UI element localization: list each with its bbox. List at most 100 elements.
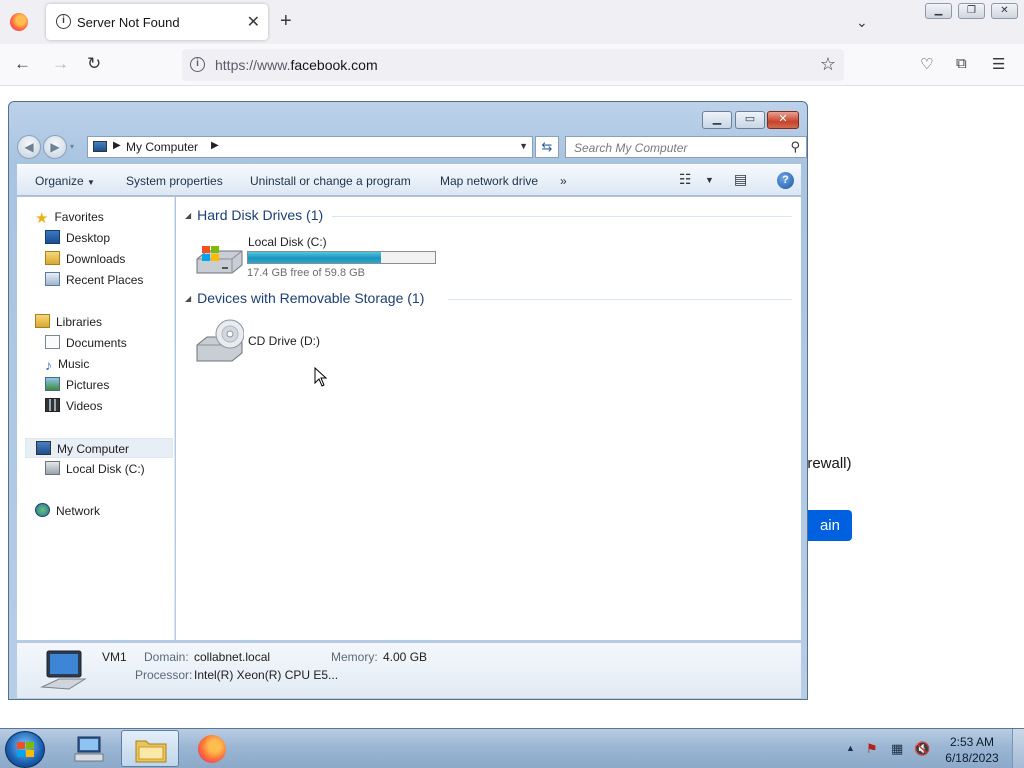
- extensions-icon[interactable]: ⧉: [956, 55, 967, 72]
- group-header-removable[interactable]: ◢ Devices with Removable Storage (1): [176, 290, 424, 306]
- documents-icon: [45, 335, 60, 349]
- show-desktop-button[interactable]: [1012, 729, 1024, 768]
- nav-documents[interactable]: Documents: [45, 333, 127, 353]
- explorer-close-button[interactable]: ✕: [767, 111, 799, 129]
- list-all-tabs-chevron-icon[interactable]: ⌄: [856, 14, 868, 31]
- computer-monitor-icon: [40, 650, 87, 690]
- refresh-button[interactable]: ⇆: [535, 136, 559, 158]
- group-header-hard-disks[interactable]: ◢ Hard Disk Drives (1): [176, 207, 323, 223]
- tab-close-icon[interactable]: ✕: [247, 12, 260, 32]
- map-network-drive-button[interactable]: Map network drive: [440, 174, 538, 188]
- back-arrow-icon[interactable]: ←: [14, 54, 31, 74]
- network-status-icon[interactable]: ▦: [891, 741, 903, 757]
- content-pane: ◢ Hard Disk Drives (1) Local Disk (C:) 17…: [176, 197, 801, 640]
- preview-pane-icon[interactable]: ▤: [734, 171, 747, 188]
- taskbar-explorer[interactable]: [121, 730, 179, 767]
- nav-my-computer[interactable]: My Computer: [25, 438, 173, 458]
- computer-name: VM1: [102, 650, 127, 664]
- help-icon[interactable]: ?: [777, 172, 794, 189]
- domain-value: collabnet.local: [194, 650, 271, 664]
- url-text[interactable]: https://www.facebook.com: [215, 57, 378, 73]
- hard-disk-icon: [45, 461, 60, 475]
- minimize-button[interactable]: ▁: [925, 3, 952, 19]
- network-globe-icon: [35, 503, 50, 517]
- downloads-folder-icon: [45, 251, 60, 265]
- nav-videos[interactable]: Videos: [45, 396, 102, 416]
- nav-pictures[interactable]: Pictures: [45, 375, 109, 395]
- drive-c-capacity-bar: [247, 251, 436, 264]
- restore-button[interactable]: ❐: [958, 3, 985, 19]
- pictures-icon: [45, 377, 60, 391]
- nav-favorites[interactable]: ★ Favorites: [35, 207, 104, 227]
- action-center-flag-icon[interactable]: ⚑: [866, 741, 878, 757]
- collapse-triangle-icon[interactable]: ◢: [185, 211, 191, 220]
- videos-icon: [45, 398, 60, 412]
- command-bar: Organize ▼ System properties Uninstall o…: [17, 164, 801, 196]
- uninstall-program-button[interactable]: Uninstall or change a program: [250, 174, 411, 188]
- url-bar[interactable]: i https://www.facebook.com ☆: [182, 49, 844, 81]
- view-options-chevron-icon[interactable]: ▼: [705, 175, 714, 185]
- explorer-forward-icon[interactable]: ▶: [43, 135, 67, 159]
- pocket-icon[interactable]: ♡: [920, 55, 933, 73]
- close-window-button[interactable]: ✕: [991, 3, 1018, 19]
- breadcrumb-separator-icon[interactable]: ▶: [211, 140, 219, 151]
- taskbar-clock[interactable]: 2:53 AM 6/18/2023: [940, 734, 1004, 766]
- start-button[interactable]: [5, 731, 45, 768]
- show-hidden-icons-chevron-icon[interactable]: ▲: [846, 743, 855, 753]
- drive-c-label: Local Disk (C:): [248, 235, 327, 249]
- nav-music[interactable]: ♪ Music: [45, 354, 89, 374]
- bookmark-star-icon[interactable]: ☆: [820, 54, 836, 75]
- browser-tab-active[interactable]: i Server Not Found ✕: [46, 4, 268, 40]
- music-note-icon: ♪: [45, 357, 52, 373]
- taskbar-firefox[interactable]: [183, 730, 241, 767]
- recent-places-icon: [45, 272, 60, 286]
- processor-label: Processor:: [135, 668, 193, 682]
- breadcrumb-separator-icon[interactable]: ▶: [113, 140, 121, 151]
- volume-muted-icon[interactable]: 🔇: [914, 741, 930, 757]
- site-info-icon[interactable]: i: [190, 57, 205, 72]
- explorer-maximize-button[interactable]: ▭: [735, 111, 765, 129]
- nav-libraries[interactable]: Libraries: [35, 312, 102, 332]
- reload-icon[interactable]: ↻: [87, 54, 101, 74]
- mouse-cursor-icon: [314, 367, 328, 387]
- system-properties-button[interactable]: System properties: [126, 174, 223, 188]
- details-pane: VM1 Domain: collabnet.local Memory: 4.00…: [17, 642, 801, 698]
- tab-title: Server Not Found: [77, 15, 180, 30]
- new-tab-button[interactable]: +: [280, 10, 292, 32]
- windows-logo-icon: [17, 742, 35, 758]
- nav-downloads[interactable]: Downloads: [45, 249, 125, 269]
- breadcrumb-my-computer[interactable]: My Computer: [126, 140, 198, 154]
- search-placeholder: Search My Computer: [574, 141, 688, 155]
- explorer-back-icon[interactable]: ◀: [17, 135, 41, 159]
- navigation-pane: ★ Favorites Desktop Downloads Recent Plac…: [17, 197, 175, 640]
- taskbar-remote-desktop[interactable]: [60, 730, 118, 767]
- explorer-minimize-button[interactable]: ▁: [702, 111, 732, 129]
- firefox-icon: [198, 735, 226, 763]
- recent-pages-chevron-icon[interactable]: ▾: [70, 142, 74, 151]
- explorer-window: ▁ ▭ ✕ ◀ ▶ ▾ ▶ My Computer ▶ ▼ ⇆ Search M…: [8, 101, 808, 700]
- change-view-icon[interactable]: ☷: [679, 171, 692, 188]
- nav-network[interactable]: Network: [35, 501, 100, 521]
- drive-d-label: CD Drive (D:): [248, 334, 320, 348]
- search-input[interactable]: Search My Computer ⚲: [565, 136, 807, 158]
- organize-button[interactable]: Organize ▼: [35, 174, 95, 188]
- more-commands-button[interactable]: »: [560, 174, 567, 188]
- address-dropdown-icon[interactable]: ▼: [519, 141, 528, 151]
- search-icon[interactable]: ⚲: [790, 139, 800, 155]
- cd-drive-icon: [196, 319, 244, 362]
- forward-arrow-icon[interactable]: →: [52, 54, 69, 74]
- address-row: ◀ ▶ ▾ ▶ My Computer ▶ ▼ ⇆ Search My Comp…: [17, 133, 807, 161]
- star-icon: ★: [35, 210, 49, 227]
- memory-label: Memory:: [331, 650, 378, 664]
- nav-desktop[interactable]: Desktop: [45, 228, 110, 248]
- menu-hamburger-icon[interactable]: ☰: [992, 55, 1005, 73]
- nav-local-disk[interactable]: Local Disk (C:): [45, 459, 145, 479]
- nav-recent-places[interactable]: Recent Places: [45, 270, 143, 290]
- computer-icon: [36, 441, 51, 455]
- collapse-triangle-icon[interactable]: ◢: [185, 294, 191, 303]
- address-bar[interactable]: ▶ My Computer ▶ ▼: [87, 136, 533, 158]
- firefox-logo-icon[interactable]: [10, 13, 28, 31]
- clock-time: 2:53 AM: [949, 735, 995, 749]
- group-divider: [448, 299, 792, 300]
- clock-date: 6/18/2023: [945, 751, 999, 765]
